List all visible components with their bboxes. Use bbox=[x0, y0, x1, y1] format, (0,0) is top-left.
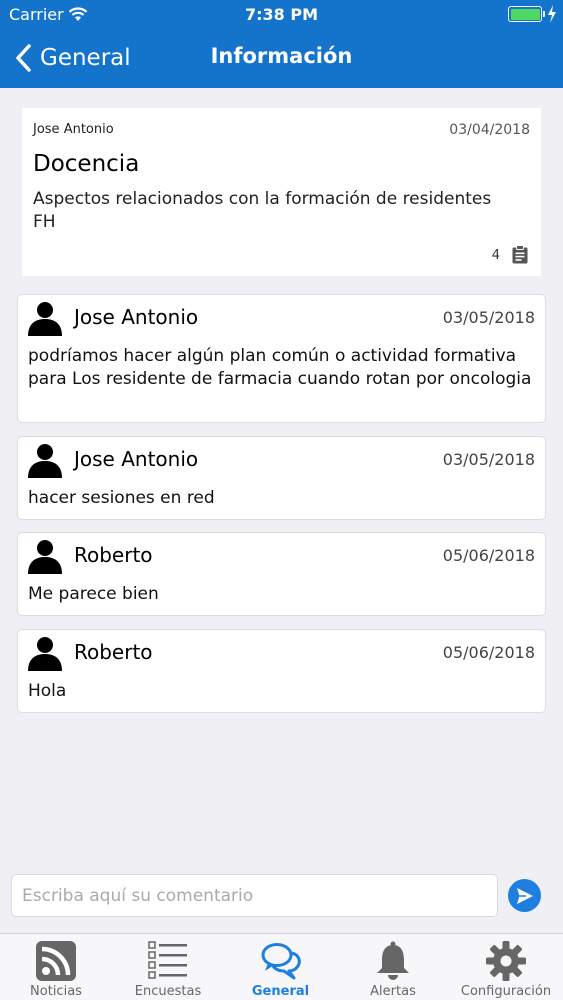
comment-card: Jose Antonio 03/05/2018 podríamos hacer … bbox=[17, 294, 546, 423]
comment-date: 03/05/2018 bbox=[442, 450, 535, 469]
user-avatar-icon bbox=[28, 637, 62, 671]
comment-text: podríamos hacer algún plan común o activ… bbox=[28, 346, 532, 389]
tab-general[interactable]: General bbox=[224, 934, 337, 1000]
tab-bar: Noticias Encuestas General Alertas Confi… bbox=[0, 933, 563, 1000]
gear-icon bbox=[486, 941, 526, 981]
bell-icon bbox=[377, 941, 409, 980]
topic-description: Aspectos relacionados con la formación d… bbox=[33, 189, 492, 232]
tab-alertas[interactable]: Alertas bbox=[337, 934, 449, 1000]
topic-title: Docencia bbox=[33, 151, 140, 177]
comment-author: Roberto bbox=[74, 640, 153, 664]
comment-card: Jose Antonio 03/05/2018 hacer sesiones e… bbox=[17, 436, 546, 520]
comment-card: Roberto 05/06/2018 Hola bbox=[17, 629, 546, 713]
comment-text: hacer sesiones en red bbox=[28, 488, 215, 508]
tab-configuracion[interactable]: Configuración bbox=[449, 934, 563, 1000]
user-avatar-icon bbox=[28, 540, 62, 574]
rss-icon bbox=[36, 941, 76, 981]
send-icon bbox=[517, 888, 533, 904]
tab-label: General bbox=[251, 984, 310, 999]
page-title: Información bbox=[210, 44, 353, 68]
comment-text: Me parece bien bbox=[28, 584, 159, 604]
comment-author: Jose Antonio bbox=[74, 305, 199, 329]
clock: 7:38 PM bbox=[244, 5, 318, 24]
charging-bolt-icon bbox=[548, 5, 556, 23]
comment-input-bar bbox=[0, 862, 563, 930]
comment-count: 4 bbox=[491, 248, 500, 263]
clipboard-icon bbox=[512, 245, 528, 264]
user-avatar-icon bbox=[28, 444, 62, 478]
comment-date: 05/06/2018 bbox=[442, 643, 535, 662]
comment-card: Roberto 05/06/2018 Me parece bien bbox=[17, 532, 546, 616]
chat-bubbles-icon bbox=[261, 943, 301, 980]
status-bar: Carrier 7:38 PM bbox=[0, 0, 563, 30]
comment-author: Roberto bbox=[74, 543, 153, 567]
top-bar: Carrier 7:38 PM General Información bbox=[0, 0, 563, 88]
tab-label: Noticias bbox=[30, 984, 82, 999]
comment-text: Hola bbox=[28, 681, 67, 701]
tab-label: Configuración bbox=[460, 984, 552, 999]
topic-card: Jose Antonio 03/04/2018 Docencia Aspecto… bbox=[22, 108, 541, 276]
comment-date: 03/05/2018 bbox=[442, 308, 535, 327]
comment-input[interactable] bbox=[11, 874, 498, 917]
tab-encuestas[interactable]: Encuestas bbox=[112, 934, 224, 1000]
comment-author: Jose Antonio bbox=[74, 447, 199, 471]
tab-label: Encuestas bbox=[134, 984, 202, 999]
checklist-icon bbox=[148, 941, 187, 979]
navigation-bar: General Información bbox=[0, 30, 563, 88]
topic-author: Jose Antonio bbox=[33, 122, 114, 137]
user-avatar-icon bbox=[28, 302, 62, 336]
tab-noticias[interactable]: Noticias bbox=[0, 934, 112, 1000]
battery-tip bbox=[543, 11, 545, 17]
battery-icon bbox=[508, 6, 542, 22]
comment-date: 05/06/2018 bbox=[442, 546, 535, 565]
send-button[interactable] bbox=[508, 879, 541, 912]
topic-date: 03/04/2018 bbox=[449, 122, 530, 138]
tab-label: Alertas bbox=[370, 984, 416, 999]
